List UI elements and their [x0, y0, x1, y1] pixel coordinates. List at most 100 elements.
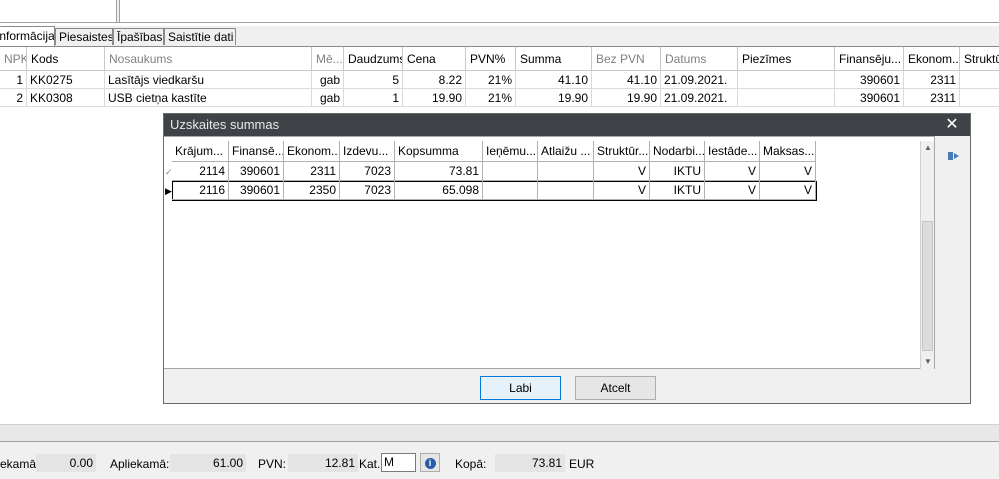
- grid-row2-npk[interactable]: 2: [0, 89, 27, 107]
- grid-row1-piezimes[interactable]: [738, 71, 835, 89]
- dlg-row2-nodarbiba[interactable]: IKTU: [650, 181, 705, 200]
- kopa-label: Kopā:: [455, 457, 487, 471]
- grid-row2-bez-pvn[interactable]: 19.90: [592, 89, 661, 107]
- col-header-finansejums[interactable]: Finansēju...: [835, 47, 904, 71]
- dlg-col-header-finansejums[interactable]: Finansē...: [229, 141, 284, 162]
- kopa-value: 73.81: [495, 454, 565, 472]
- dlg-row2-kopsumma[interactable]: 65.098: [395, 181, 483, 200]
- scroll-up-icon[interactable]: ▲: [924, 143, 932, 152]
- neapliekama-value: 0.00: [36, 454, 96, 472]
- dlg-row2-iestade[interactable]: V: [705, 181, 760, 200]
- grid-row1-nosaukums[interactable]: Lasītājs viedkaršu: [105, 71, 312, 89]
- dialog-vertical-scrollbar[interactable]: ▲ ▼: [920, 141, 934, 369]
- grid-row2-pvn[interactable]: 21%: [466, 89, 516, 107]
- dlg-row1-finansejums[interactable]: 390601: [229, 162, 284, 181]
- pvn-label: PVN:: [258, 457, 287, 471]
- apliekama-value: 61.00: [170, 454, 246, 472]
- dlg-row1-iestade[interactable]: V: [705, 162, 760, 181]
- tab-piesaistes[interactable]: Piesaistes: [55, 28, 113, 45]
- grid-row1-bez-pvn[interactable]: 41.10: [592, 71, 661, 89]
- grid-row2-struktura[interactable]: [960, 89, 999, 107]
- grid-row2-nosaukums[interactable]: USB cietņa kastīte: [105, 89, 312, 107]
- neapliekama-label: ekamā:: [0, 457, 40, 471]
- dlg-row1-nodarbiba[interactable]: IKTU: [650, 162, 705, 181]
- dlg-col-header-ienemumi[interactable]: Ieņēmu...: [483, 141, 538, 162]
- grid-row1-cena[interactable]: 8.22: [403, 71, 466, 89]
- cancel-button[interactable]: Atcelt: [575, 376, 656, 400]
- col-header-struktura[interactable]: Struktū: [960, 47, 999, 71]
- export-icon[interactable]: [947, 150, 961, 162]
- dlg-row1-maksas[interactable]: V: [760, 162, 816, 181]
- grid-row2-datums[interactable]: 21.09.2021.: [661, 89, 738, 107]
- col-header-summa[interactable]: Summa: [516, 47, 592, 71]
- dlg-col-header-iestade[interactable]: Iestāde...: [705, 141, 760, 162]
- grid-row2-mervieniba[interactable]: gab: [312, 89, 344, 107]
- dlg-row2-finansejums[interactable]: 390601: [229, 181, 284, 200]
- grid-row2-ekonomiska[interactable]: 2311: [904, 89, 960, 107]
- col-header-npk[interactable]: NPK: [0, 47, 27, 71]
- grid-row1-finansejums[interactable]: 390601: [835, 71, 904, 89]
- close-icon[interactable]: ✕: [942, 114, 962, 136]
- dialog-grid[interactable]: Krājum... Finansē... Ekonom... Izdevu...…: [164, 136, 935, 369]
- dlg-row2-ekonomiska[interactable]: 2350: [284, 181, 340, 200]
- col-header-cena[interactable]: Cena: [403, 47, 466, 71]
- grid-row2-cena[interactable]: 19.90: [403, 89, 466, 107]
- grid-row1-daudzums[interactable]: 5: [344, 71, 403, 89]
- dlg-col-header-maksas[interactable]: Maksas...: [760, 141, 816, 162]
- col-header-piezimes[interactable]: Piezīmes: [738, 47, 835, 71]
- info-button[interactable]: i: [420, 453, 440, 472]
- grid-row1-npk[interactable]: 1: [0, 71, 27, 89]
- col-header-pvn[interactable]: PVN%: [466, 47, 516, 71]
- dlg-col-header-krajumi[interactable]: Krājum...: [172, 141, 229, 162]
- apliekama-label: Apliekamā:: [110, 457, 170, 471]
- col-header-daudzums[interactable]: Daudzums: [344, 47, 403, 71]
- dlg-col-header-ekonomiska[interactable]: Ekonom...: [284, 141, 340, 162]
- grid-row2-piezimes[interactable]: [738, 89, 835, 107]
- col-header-bez-pvn[interactable]: Bez PVN: [592, 47, 661, 71]
- grid-row1-kods[interactable]: KK0275: [27, 71, 105, 89]
- grid-row1-mervieniba[interactable]: gab: [312, 71, 344, 89]
- dlg-row1-struktura[interactable]: V: [594, 162, 650, 181]
- dlg-row2-krajumi[interactable]: 2116: [172, 181, 229, 200]
- uzskaites-summas-dialog: Uzskaites summas ✕ Krājum... Finansē... …: [163, 113, 971, 404]
- dlg-row2-struktura[interactable]: V: [594, 181, 650, 200]
- col-header-kods[interactable]: Kods: [27, 47, 105, 71]
- grid-row2-kods[interactable]: KK0308: [27, 89, 105, 107]
- grid-row1-summa[interactable]: 41.10: [516, 71, 592, 89]
- grid-row1-pvn[interactable]: 21%: [466, 71, 516, 89]
- col-header-mervieniba[interactable]: Mē...: [312, 47, 344, 71]
- kat-input[interactable]: M: [381, 453, 416, 472]
- dlg-row2-izdevumi[interactable]: 7023: [340, 181, 395, 200]
- dlg-col-header-nodarbiba[interactable]: Nodarbi...: [650, 141, 705, 162]
- scrollbar-thumb[interactable]: [922, 221, 933, 351]
- grid-row2-summa[interactable]: 19.90: [516, 89, 592, 107]
- dlg-row2-atlaizu[interactable]: [538, 181, 594, 200]
- grid-row1-struktura[interactable]: [960, 71, 999, 89]
- dlg-row1-izdevumi[interactable]: 7023: [340, 162, 395, 181]
- tab-informacija[interactable]: Informācija: [0, 26, 55, 46]
- tab-ipasibas[interactable]: Īpašības: [113, 28, 164, 45]
- col-header-datums[interactable]: Datums: [661, 47, 738, 71]
- scroll-down-icon[interactable]: ▼: [924, 357, 932, 366]
- dlg-col-header-atlaizu[interactable]: Atlaižu ...: [538, 141, 594, 162]
- dlg-row1-ienemumi[interactable]: [483, 162, 538, 181]
- grid-row1-ekonomiska[interactable]: 2311: [904, 71, 960, 89]
- grid-row2-daudzums[interactable]: 1: [344, 89, 403, 107]
- col-header-nosaukums[interactable]: Nosaukums: [105, 47, 312, 71]
- dlg-col-header-izdevumi[interactable]: Izdevu...: [340, 141, 395, 162]
- grid-row2-finansejums[interactable]: 390601: [835, 89, 904, 107]
- dlg-row2-maksas[interactable]: V: [760, 181, 816, 200]
- dlg-row1-ekonomiska[interactable]: 2311: [284, 162, 340, 181]
- dlg-col-header-struktura[interactable]: Struktūr...: [594, 141, 650, 162]
- grid-row1-datums[interactable]: 21.09.2021.: [661, 71, 738, 89]
- tab-saistitie-dati[interactable]: Saistītie dati: [164, 28, 236, 45]
- dlg-row1-atlaizu[interactable]: [538, 162, 594, 181]
- dlg-row1-krajumi[interactable]: 2114: [172, 162, 229, 181]
- dlg-row2-ienemumi[interactable]: [483, 181, 538, 200]
- top-splitter[interactable]: [116, 0, 120, 22]
- dlg-row1-kopsumma[interactable]: 73.81: [395, 162, 483, 181]
- dlg-col-header-kopsumma[interactable]: Kopsumma: [395, 141, 483, 162]
- col-header-ekonomiska[interactable]: Ekonom...: [904, 47, 960, 71]
- ok-button[interactable]: Labi: [480, 376, 561, 400]
- grid-horizontal-scrollbar[interactable]: [0, 424, 999, 441]
